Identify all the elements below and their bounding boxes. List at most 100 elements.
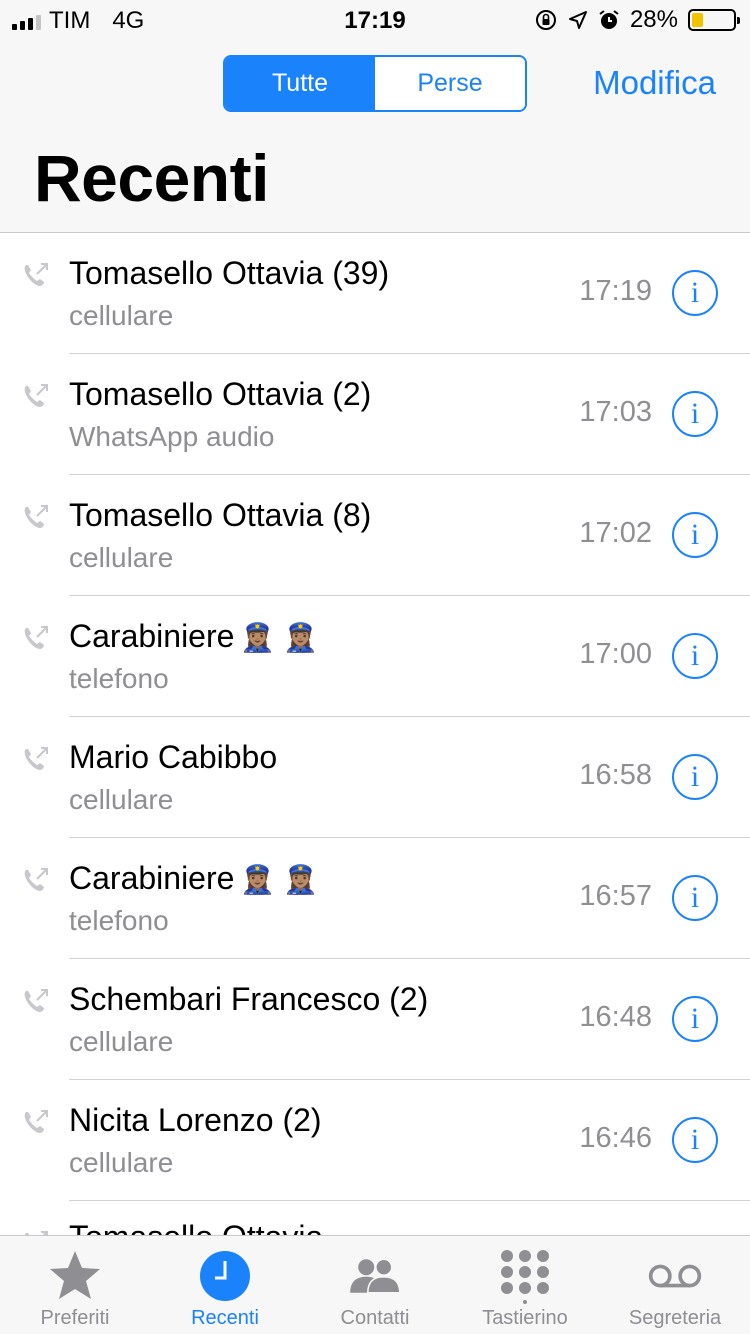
alarm-icon <box>599 10 619 29</box>
info-button[interactable]: i <box>672 391 718 437</box>
info-icon: i <box>690 518 700 551</box>
star-icon <box>50 1251 100 1299</box>
outgoing-call-icon <box>24 384 48 407</box>
info-icon: i <box>690 276 700 309</box>
info-icon: i <box>690 639 700 672</box>
info-icon: i <box>690 1123 700 1156</box>
caller-name-text: Tomasello Ottavia (2) <box>69 376 372 412</box>
keypad-icon <box>501 1250 549 1304</box>
caller-emoji: 👮🏽‍♀️ 👮🏽‍♀️ <box>240 622 318 653</box>
recent-calls-list[interactable]: Tomasello Ottavia (39) cellulare 17:19 i Tom… <box>0 233 750 1235</box>
info-button[interactable]: i <box>672 1117 718 1163</box>
caller-name: Nicita Lorenzo (2) <box>69 1102 322 1139</box>
call-time: 17:02 <box>579 517 652 549</box>
call-row[interactable]: Tomasello Ottavia <box>0 1201 750 1235</box>
caller-name: Schembari Francesco (2) <box>69 981 428 1018</box>
call-type: WhatsApp audio <box>69 421 275 452</box>
call-time: 16:46 <box>579 1122 652 1154</box>
call-row[interactable]: Tomasello Ottavia (2) WhatsApp audio 17:03… <box>0 354 750 475</box>
call-type: cellulare <box>69 1026 174 1057</box>
info-button[interactable]: i <box>672 875 718 921</box>
outgoing-call-icon <box>24 868 48 891</box>
call-type: telefono <box>69 663 169 694</box>
caller-name-text: Tomasello Ottavia (39) <box>69 255 390 291</box>
tab-voicemail[interactable]: Segreteria <box>600 1236 750 1334</box>
page-title: Recenti <box>34 141 269 215</box>
call-time: 16:58 <box>579 759 652 791</box>
location-icon <box>568 11 587 29</box>
outgoing-call-icon <box>24 505 48 528</box>
caller-name: Tomasello Ottavia (2) <box>69 376 371 413</box>
call-row[interactable]: Carabiniere 👮🏽‍♀️ 👮🏽‍♀️ telefono 16:57 i <box>0 838 750 959</box>
caller-name: Tomasello Ottavia <box>69 1219 323 1235</box>
call-time: 17:00 <box>579 638 652 670</box>
caller-name-text: Mario Cabibbo <box>69 739 278 775</box>
status-right: 28% <box>534 6 740 34</box>
call-type: cellulare <box>69 784 174 815</box>
outgoing-call-icon <box>24 626 48 649</box>
segment-all[interactable]: Tutte <box>225 57 375 110</box>
segment-missed[interactable]: Perse <box>375 57 525 110</box>
tab-label-contacts: Contatti <box>340 1307 410 1329</box>
info-button[interactable]: i <box>672 270 718 316</box>
call-type: cellulare <box>69 300 174 331</box>
call-row[interactable]: Tomasello Ottavia (39) cellulare 17:19 i <box>0 233 750 354</box>
tab-bar: Preferiti Recenti Contatti Tastierino Se… <box>0 1235 750 1334</box>
voicemail-icon <box>648 1264 702 1288</box>
outgoing-call-icon <box>24 989 48 1012</box>
call-row[interactable]: Carabiniere 👮🏽‍♀️ 👮🏽‍♀️ telefono 17:00 i <box>0 596 750 717</box>
tab-label-voicemail: Segreteria <box>628 1307 722 1329</box>
clock-icon <box>200 1251 250 1301</box>
battery-icon <box>688 9 740 31</box>
tab-label-recents: Recenti <box>191 1307 259 1329</box>
call-row[interactable]: Mario Cabibbo cellulare 16:58 i <box>0 717 750 838</box>
caller-name-text: Tomasello Ottavia (8) <box>69 497 372 533</box>
caller-name: Mario Cabibbo <box>69 739 277 776</box>
info-button[interactable]: i <box>672 512 718 558</box>
call-type: cellulare <box>69 1147 174 1178</box>
call-type: cellulare <box>69 542 174 573</box>
outgoing-call-icon <box>24 1110 48 1133</box>
tab-favorites[interactable]: Preferiti <box>0 1236 150 1334</box>
caller-name: Tomasello Ottavia (8) <box>69 497 371 534</box>
caller-name: Tomasello Ottavia (39) <box>69 255 389 292</box>
info-icon: i <box>690 397 700 430</box>
call-time: 17:03 <box>579 396 652 428</box>
caller-emoji: 👮🏽‍♀️ 👮🏽‍♀️ <box>240 864 318 895</box>
info-icon: i <box>690 1002 700 1035</box>
rotation-lock-icon <box>535 10 556 30</box>
call-row[interactable]: Schembari Francesco (2) cellulare 16:48 i <box>0 959 750 1080</box>
tab-recents[interactable]: Recenti <box>150 1236 300 1334</box>
tab-label-keypad: Tastierino <box>482 1307 568 1329</box>
contacts-icon <box>350 1258 401 1294</box>
edit-button[interactable]: Modifica <box>593 64 716 102</box>
info-button[interactable]: i <box>672 633 718 679</box>
caller-name-text: Carabiniere <box>69 860 235 896</box>
call-time: 16:48 <box>579 1001 652 1033</box>
caller-name-text: Carabiniere <box>69 618 235 654</box>
status-bar: TIM 4G 17:19 28% <box>0 0 750 40</box>
battery-percent: 28% <box>629 6 678 33</box>
nav-header: Tutte Perse Modifica Recenti <box>0 40 750 233</box>
outgoing-call-icon <box>24 747 48 770</box>
caller-name-text: Tomasello Ottavia <box>69 1219 323 1235</box>
tab-contacts[interactable]: Contatti <box>300 1236 450 1334</box>
caller-name: Carabiniere 👮🏽‍♀️ 👮🏽‍♀️ <box>69 860 318 897</box>
call-time: 17:19 <box>579 275 652 307</box>
tab-label-favorites: Preferiti <box>40 1307 110 1329</box>
outgoing-call-icon <box>24 263 48 286</box>
tab-keypad[interactable]: Tastierino <box>450 1236 600 1334</box>
call-row[interactable]: Nicita Lorenzo (2) cellulare 16:46 i <box>0 1080 750 1201</box>
call-row[interactable]: Tomasello Ottavia (8) cellulare 17:02 i <box>0 475 750 596</box>
caller-name-text: Nicita Lorenzo (2) <box>69 1102 322 1138</box>
call-type: telefono <box>69 905 169 936</box>
info-button[interactable]: i <box>672 754 718 800</box>
caller-name-text: Schembari Francesco (2) <box>69 981 429 1017</box>
call-time: 16:57 <box>579 880 652 912</box>
filter-segmented-control[interactable]: Tutte Perse <box>223 55 527 112</box>
info-icon: i <box>690 760 700 793</box>
info-button[interactable]: i <box>672 996 718 1042</box>
info-icon: i <box>690 881 700 914</box>
caller-name: Carabiniere 👮🏽‍♀️ 👮🏽‍♀️ <box>69 618 318 655</box>
battery-fill <box>692 13 704 27</box>
